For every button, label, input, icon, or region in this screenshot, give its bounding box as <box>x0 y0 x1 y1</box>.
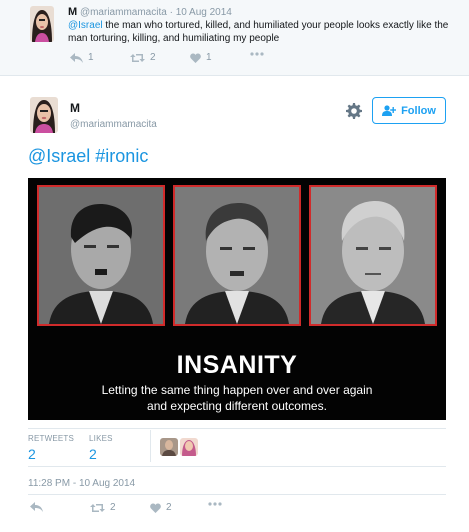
reply-button[interactable] <box>30 502 43 512</box>
add-user-icon <box>382 105 397 116</box>
image-headline: INSANITY <box>176 351 298 379</box>
image-subtext: Letting the same thing happen over and o… <box>28 382 446 414</box>
more-dots-icon <box>250 52 264 56</box>
likes-count[interactable]: 2 <box>89 446 97 462</box>
like-button[interactable]: 2 <box>150 502 172 513</box>
parent-retweet-count: 2 <box>150 52 156 63</box>
follow-button[interactable]: Follow <box>372 97 446 124</box>
parent-avatar[interactable] <box>30 6 54 42</box>
heart-icon <box>190 52 201 63</box>
portrait-panel-right <box>309 185 437 326</box>
tweet-text[interactable]: @Israel #ironic <box>28 146 148 167</box>
more-button[interactable] <box>208 502 222 506</box>
dot-separator: · <box>169 7 173 18</box>
retweet-icon <box>90 503 105 512</box>
reply-icon <box>70 52 83 63</box>
portrait-panel-center <box>173 185 301 326</box>
reply-icon <box>30 502 43 512</box>
retweet-button[interactable]: 2 <box>90 502 116 513</box>
parent-author-name[interactable]: M <box>68 6 77 18</box>
retweets-label: RETWEETS <box>28 434 75 443</box>
parent-tweet-date[interactable]: 10 Aug 2014 <box>176 7 232 18</box>
retweet-count: 2 <box>110 502 116 513</box>
stats-divider-top <box>28 428 446 429</box>
parent-retweet-button[interactable]: 2 <box>130 52 156 63</box>
gear-icon <box>346 103 362 119</box>
parent-reply-count: 1 <box>88 52 94 63</box>
like-count: 2 <box>166 502 172 513</box>
parent-tweet-body: the man who tortured, killed, and humili… <box>68 20 449 44</box>
tweet-image[interactable]: INSANITY Letting the same thing happen o… <box>28 178 446 420</box>
retweet-icon <box>130 53 145 62</box>
author-handle[interactable]: @mariammamacita <box>70 119 157 130</box>
retweets-count[interactable]: 2 <box>28 446 36 462</box>
follow-label: Follow <box>401 104 436 117</box>
image-subtext-line2: and expecting different outcomes. <box>147 399 327 413</box>
image-subtext-line1: Letting the same thing happen over and o… <box>101 383 373 397</box>
parent-like-count: 1 <box>206 52 212 63</box>
stats-separator <box>150 430 151 462</box>
author-avatar[interactable] <box>30 97 58 133</box>
settings-button[interactable] <box>346 103 362 124</box>
parent-author-handle[interactable]: @mariammamacita <box>80 7 167 18</box>
parent-tweet[interactable]: M @mariammamacita · 10 Aug 2014 @Israel … <box>0 0 469 76</box>
parent-tweet-header: M @mariammamacita · 10 Aug 2014 <box>68 6 232 18</box>
more-dots-icon <box>208 502 222 506</box>
likes-label: LIKES <box>89 434 113 443</box>
parent-reply-button[interactable]: 1 <box>70 52 94 63</box>
actions-divider <box>28 494 446 495</box>
liker-avatar[interactable] <box>160 438 178 456</box>
author-name[interactable]: M <box>70 101 80 115</box>
tweet-timestamp[interactable]: 11:28 PM - 10 Aug 2014 <box>28 478 135 489</box>
parent-tweet-text: @Israel the man who tortured, killed, an… <box>68 19 463 45</box>
heart-icon <box>150 502 161 513</box>
parent-more-button[interactable] <box>250 52 264 56</box>
portrait-panel-left <box>37 185 165 326</box>
stats-divider-bottom <box>28 466 446 467</box>
parent-mention-link[interactable]: @Israel <box>68 20 103 31</box>
liker-avatar[interactable] <box>180 438 198 456</box>
parent-like-button[interactable]: 1 <box>190 52 212 63</box>
